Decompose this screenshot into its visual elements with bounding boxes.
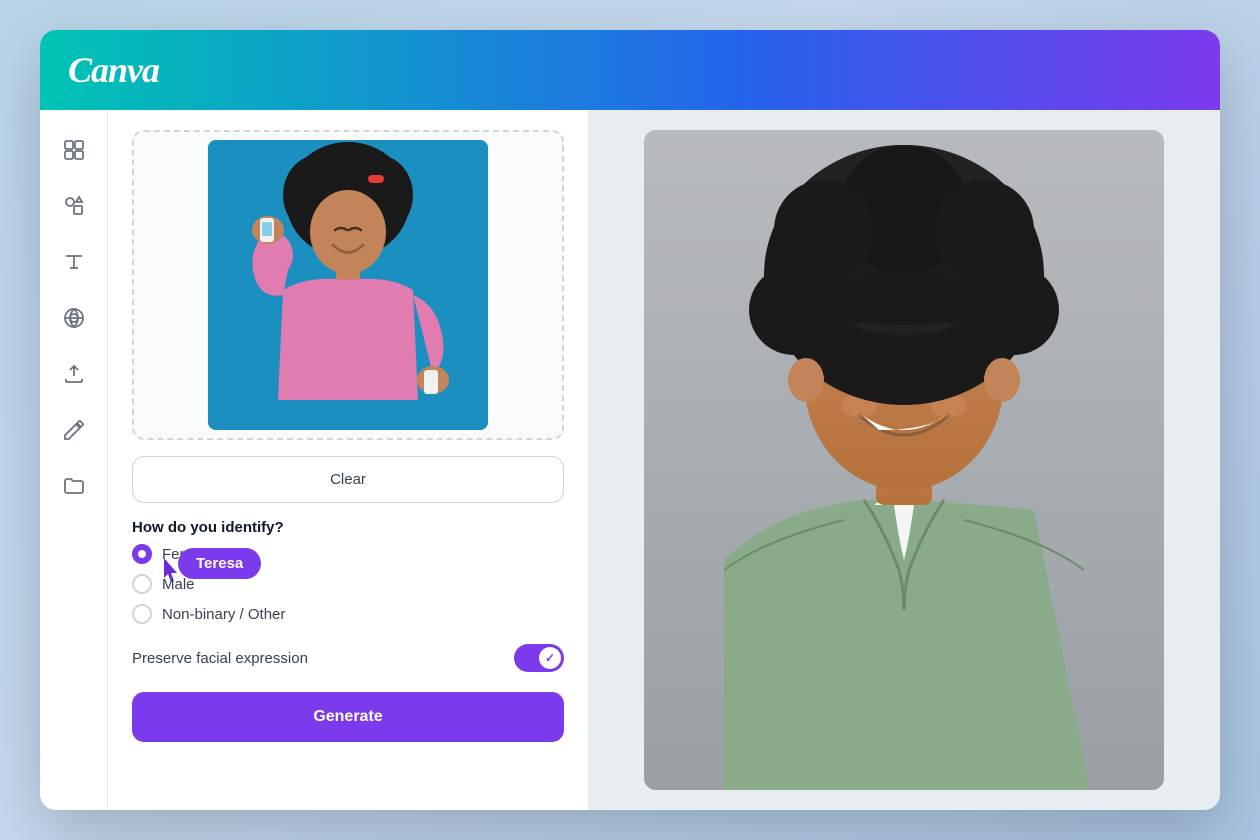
uploaded-image — [208, 140, 488, 430]
sidebar — [40, 110, 108, 810]
result-image — [644, 130, 1164, 790]
toggle-check-icon: ✓ — [545, 651, 555, 665]
generate-button[interactable]: Generate — [132, 692, 564, 742]
elements-icon[interactable] — [50, 182, 98, 230]
header: Canva — [40, 30, 1220, 110]
layout-icon[interactable] — [50, 126, 98, 174]
female-radio[interactable] — [132, 544, 152, 564]
male-radio[interactable] — [132, 574, 152, 594]
nonbinary-radio[interactable] — [132, 604, 152, 624]
toggle-knob: ✓ — [539, 647, 561, 669]
radio-option-male[interactable]: Male — [132, 574, 564, 594]
preserve-label: Preserve facial expression — [132, 650, 308, 667]
preserve-row: Preserve facial expression ✓ — [132, 644, 564, 672]
canva-logo: Canva — [68, 49, 159, 91]
radio-option-female[interactable]: Female Teresa — [132, 544, 564, 564]
text-icon[interactable] — [50, 238, 98, 286]
projects-icon[interactable] — [50, 462, 98, 510]
main-content: Clear How do you identify? Female — [40, 110, 1220, 810]
nonbinary-label: Non-binary / Other — [162, 606, 285, 623]
preserve-toggle[interactable]: ✓ — [514, 644, 564, 672]
radio-option-nonbinary[interactable]: Non-binary / Other — [132, 604, 564, 624]
upload-icon[interactable] — [50, 350, 98, 398]
preview-area — [588, 110, 1220, 810]
clear-button[interactable]: Clear — [132, 456, 564, 503]
panel: Clear How do you identify? Female — [108, 110, 588, 810]
radio-group: Female Teresa Male — [132, 544, 564, 624]
app-window: Canva — [40, 30, 1220, 810]
image-upload-area[interactable] — [132, 130, 564, 440]
male-label: Male — [162, 576, 195, 593]
apps-icon[interactable] — [50, 294, 98, 342]
draw-icon[interactable] — [50, 406, 98, 454]
section-question: How do you identify? — [132, 519, 564, 536]
identity-section: How do you identify? Female Teresa — [132, 519, 564, 624]
